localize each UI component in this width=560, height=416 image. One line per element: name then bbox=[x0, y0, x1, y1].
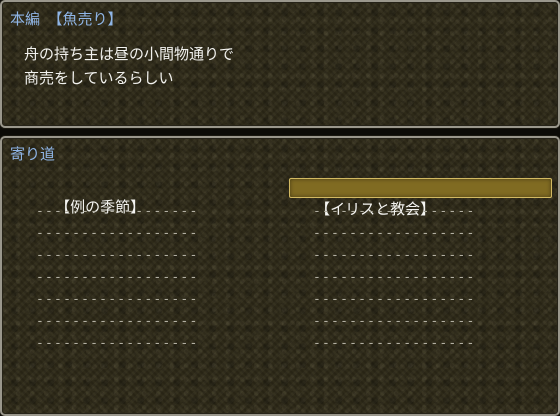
story-heading: 本編 【魚売り】 bbox=[10, 10, 123, 28]
detour-item-right-3[interactable]: ------------------ bbox=[313, 227, 475, 241]
detour-item-right-2[interactable]: ------------------ bbox=[313, 205, 475, 219]
detour-item-right-4[interactable]: ------------------ bbox=[313, 249, 475, 263]
story-line-2: 商売をしているらしい bbox=[24, 69, 174, 87]
detour-item-left-1[interactable]: 【例の季節】 bbox=[30, 177, 260, 216]
story-window: 本編 【魚売り】 舟の持ち主は昼の小間物通りで 商売をしているらしい bbox=[0, 0, 560, 128]
detour-item-left-5[interactable]: ------------------ bbox=[36, 271, 198, 285]
detour-item-left-3[interactable]: ------------------ bbox=[36, 227, 198, 241]
detour-item-left-8[interactable]: ------------------ bbox=[36, 337, 198, 351]
detour-item-right-8[interactable]: ------------------ bbox=[313, 337, 475, 351]
detour-item-left-6[interactable]: ------------------ bbox=[36, 293, 198, 307]
detour-item-right-5[interactable]: ------------------ bbox=[313, 271, 475, 285]
detour-heading: 寄り道 bbox=[10, 145, 56, 163]
detour-item-right-1-selected[interactable]: 【イリスと教会】 bbox=[289, 178, 552, 218]
detour-item-left-4[interactable]: ------------------ bbox=[36, 249, 198, 263]
detour-item-left-2[interactable]: ------------------ bbox=[36, 205, 198, 219]
detour-window: 寄り道 【例の季節】 ------------------ ----------… bbox=[0, 136, 560, 416]
detour-item-left-7[interactable]: ------------------ bbox=[36, 315, 198, 329]
detour-item-right-7[interactable]: ------------------ bbox=[313, 315, 475, 329]
detour-item-right-6[interactable]: ------------------ bbox=[313, 293, 475, 307]
story-line-1: 舟の持ち主は昼の小間物通りで bbox=[24, 45, 235, 63]
